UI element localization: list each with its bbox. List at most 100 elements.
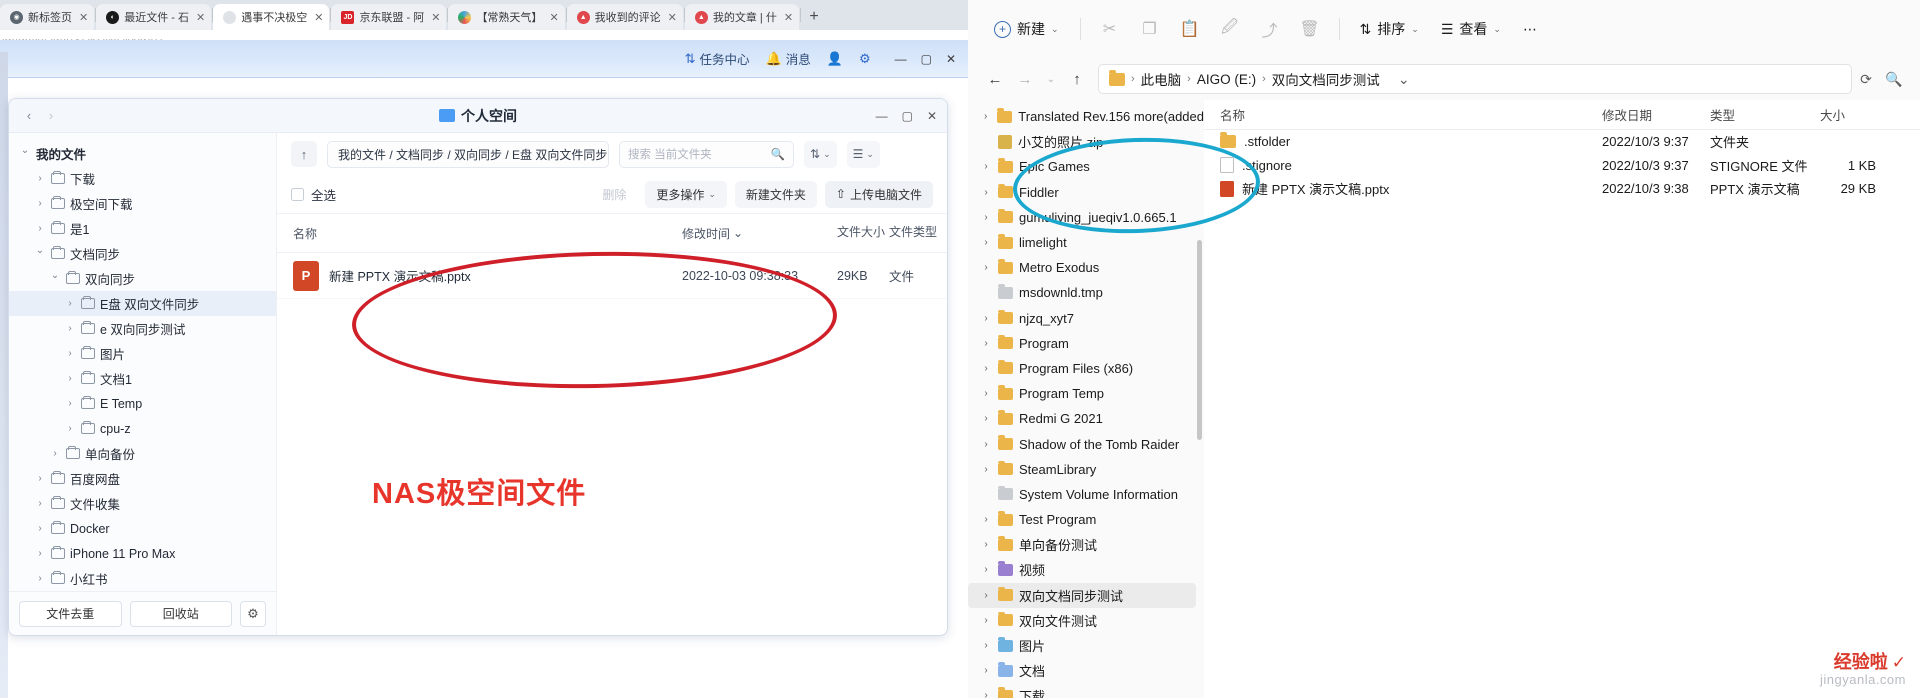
task-center-button[interactable]: ⇅ 任务中心 [685, 49, 750, 68]
chevron-down-icon[interactable] [49, 273, 61, 284]
tree-scrollbar[interactable] [1197, 240, 1202, 440]
chevron-right-icon[interactable]: › [980, 313, 992, 324]
chevron-right-icon[interactable]: › [980, 237, 992, 248]
explorer-tree-item[interactable]: › 双向文档同步测试 [968, 582, 1196, 608]
chevron-right-icon[interactable]: › [980, 514, 992, 525]
chevron-right-icon[interactable]: › [980, 111, 991, 122]
explorer-tree-item[interactable]: › 视频 [968, 557, 1204, 582]
chevron-right-icon[interactable] [34, 173, 46, 184]
path-breadcrumb[interactable]: 我的文件 / 文档同步 / 双向同步 / E盘 双向文件同步 / [327, 140, 609, 168]
chevron-right-icon[interactable] [49, 448, 61, 459]
refresh-icon[interactable]: ⟳ [1852, 64, 1880, 94]
history-dropdown-icon[interactable]: ⌄ [1040, 64, 1062, 94]
sidebar-tree-item[interactable]: cpu-z [9, 416, 276, 441]
chevron-right-icon[interactable]: › [980, 262, 992, 273]
gear-icon[interactable]: ⚙ [859, 51, 871, 67]
explorer-tree-item[interactable]: ›小艾的照片.zip [968, 129, 1204, 154]
close-icon[interactable]: ✕ [79, 11, 88, 24]
explorer-tree-item[interactable]: › 单向备份测试 [968, 532, 1204, 557]
scissors-icon[interactable]: ✂ [1090, 13, 1130, 45]
maximize-button[interactable]: ▢ [921, 52, 932, 66]
view-button[interactable]: ☰ 查看 ⌄ [1430, 13, 1512, 45]
chevron-right-icon[interactable]: › [980, 338, 992, 349]
explorer-tree-item[interactable]: ›System Volume Information [968, 482, 1204, 507]
column-header-modified[interactable]: 修改时间 ⌄ [682, 225, 837, 242]
sidebar-tree-item[interactable]: 小红书 [9, 566, 276, 591]
close-icon[interactable]: ✕ [784, 11, 793, 24]
explorer-tree-item[interactable]: › 双向文件测试 [968, 608, 1204, 633]
browser-tab[interactable]: ◉ 新标签页 ✕ [0, 4, 95, 30]
file-list-row[interactable]: 新建 PPTX 演示文稿.pptx 2022/10/3 9:38 PPTX 演示文稿… [1204, 177, 1920, 201]
chevron-down-icon[interactable] [34, 248, 46, 259]
chevron-right-icon[interactable]: › [980, 161, 992, 172]
minimize-button[interactable]: — [876, 109, 888, 123]
ellipsis-icon[interactable]: ⋯ [1512, 13, 1548, 45]
column-header-date[interactable]: 修改日期 [1602, 105, 1710, 124]
chevron-right-icon[interactable] [64, 398, 76, 409]
browser-tab[interactable]: ▲ 我的文章 | 什 ✕ [684, 4, 800, 30]
select-all-checkbox[interactable]: 全选 [291, 185, 336, 204]
back-icon[interactable]: ← [980, 64, 1010, 94]
sidebar-tree-item[interactable]: 文档同步 [9, 241, 276, 266]
chevron-right-icon[interactable] [34, 523, 46, 534]
browser-tab-active[interactable]: 遇事不决极空 ✕ [213, 4, 330, 30]
sidebar-tree-item[interactable]: Docker [9, 516, 276, 541]
sidebar-tree-item[interactable]: 极空间下载 [9, 191, 276, 216]
paste-icon[interactable]: 📋 [1170, 13, 1210, 45]
view-mode-icon[interactable]: ☰ ⌄ [846, 140, 880, 168]
column-header-name[interactable]: 名称 [293, 225, 682, 242]
column-header-type[interactable]: 文件类型 [889, 225, 947, 240]
chevron-right-icon[interactable]: › [980, 464, 992, 475]
browser-tab[interactable]: ◐ 最近文件 - 石 ✕ [96, 4, 212, 30]
chevron-right-icon[interactable]: › [980, 564, 992, 575]
explorer-tree-item[interactable]: › limelight [968, 230, 1204, 255]
explorer-tree-item[interactable]: › njzq_xyt7 [968, 306, 1204, 331]
chevron-right-icon[interactable]: › [980, 615, 992, 626]
sort-icon[interactable]: ⇅ ⌄ [804, 140, 837, 168]
explorer-tree-item[interactable]: › Epic Games [968, 154, 1204, 179]
trash-icon[interactable]: 🗑 [1290, 13, 1330, 45]
explorer-tree-item[interactable]: › 图片 [968, 633, 1204, 658]
sidebar-tree-item[interactable]: E Temp [9, 391, 276, 416]
chevron-right-icon[interactable]: › [980, 388, 992, 399]
chevron-right-icon[interactable]: › [980, 187, 992, 198]
browser-tab[interactable]: ▲ 我收到的评论 ✕ [566, 4, 683, 30]
chevron-right-icon[interactable] [64, 423, 76, 434]
up-icon[interactable]: ↑ [1062, 64, 1092, 94]
sidebar-tree-item[interactable]: 图片 [9, 341, 276, 366]
chevron-right-icon[interactable]: › [980, 590, 992, 601]
file-dedupe-button[interactable]: 文件去重 [19, 600, 122, 627]
sidebar-tree-item[interactable]: 我的文件 [9, 141, 276, 166]
sidebar-tree-item[interactable]: 是1 [9, 216, 276, 241]
chevron-right-icon[interactable] [64, 323, 76, 334]
sidebar-tree-item[interactable]: 文件收集 [9, 491, 276, 516]
chevron-right-icon[interactable]: › [980, 690, 992, 698]
sidebar-tree-item[interactable]: 下载 [9, 166, 276, 191]
close-icon[interactable]: ✕ [431, 11, 440, 24]
close-icon[interactable]: ✕ [196, 11, 205, 24]
recycle-bin-button[interactable]: 回收站 [129, 600, 232, 627]
breadcrumb-item-drive[interactable]: AIGO (E:) [1197, 72, 1256, 87]
chevron-right-icon[interactable]: › [980, 539, 992, 550]
upload-button[interactable]: ⇧ 上传电脑文件 [824, 180, 933, 208]
new-button[interactable]: + 新建 ⌄ [982, 13, 1071, 45]
explorer-tree-item[interactable]: › Shadow of the Tomb Raider [968, 431, 1204, 456]
chevron-right-icon[interactable] [34, 198, 46, 209]
close-icon[interactable]: ✕ [668, 11, 677, 24]
close-icon[interactable]: ✕ [314, 11, 323, 24]
file-list-row[interactable]: .stignore 2022/10/3 9:37 STIGNORE 文件 1 KB [1204, 154, 1920, 178]
checkbox-icon[interactable] [291, 187, 304, 201]
explorer-tree-item[interactable]: › 文档 [968, 658, 1204, 683]
sort-button[interactable]: ⇅ 排序 ⌄ [1349, 13, 1430, 45]
chevron-right-icon[interactable]: › [980, 363, 992, 374]
column-header-type[interactable]: 类型 [1710, 105, 1820, 124]
column-header-size[interactable]: 大小 [1820, 105, 1920, 124]
rename-icon[interactable]: 🖉 [1210, 13, 1250, 45]
search-icon[interactable]: 🔍 [771, 147, 785, 161]
explorer-tree-item[interactable]: › Redmi G 2021 [968, 406, 1204, 431]
close-icon[interactable]: ✕ [549, 11, 558, 24]
chevron-right-icon[interactable] [64, 348, 76, 359]
maximize-button[interactable]: ▢ [902, 109, 913, 123]
sidebar-tree-item[interactable]: e 双向同步测试 [9, 316, 276, 341]
minimize-button[interactable]: — [895, 52, 907, 66]
